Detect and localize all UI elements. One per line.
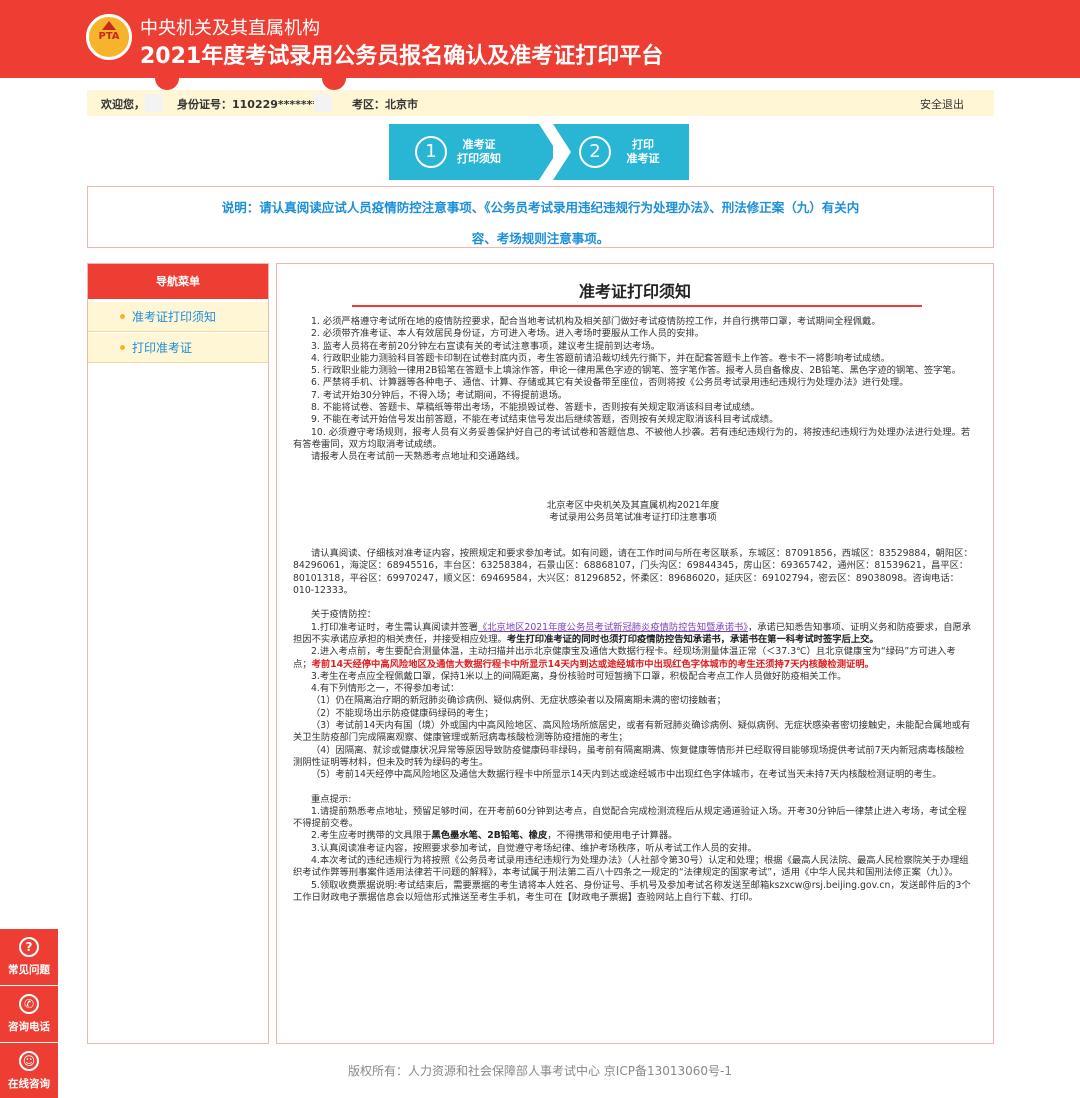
online-chat-button[interactable]: ☺ 在线咨询 [0,1043,58,1098]
header-decoration [322,78,346,90]
rule-item: 4. 行政职业能力测验科目答题卡印制在试卷封底内页，考生答题前请沿裁切线先行撕下… [311,352,890,364]
key-item-5: 5.领取收费票据说明:考试结束后，需要票据的考生请将本人姓名、身份证号、手机号及… [293,879,971,903]
notice-box: 说明：请认真阅读应试人员疫情防控注意事项、《公务员考试录用违纪违规行为处理办法》… [87,186,994,248]
bullet-icon [120,314,125,319]
commitment-link[interactable]: 《北京地区2021年度公务员考试新冠肺炎疫情防控告知暨承诺书》 [478,622,748,633]
nav-item-label: 打印准考证 [132,341,193,355]
header-decoration [155,78,179,90]
header-title-org: 中央机关及其直属机构 [140,18,320,39]
rule-item: 请报考人员在考试前一天熟悉考点地址和交通路线。 [311,451,525,463]
id-number: 身份证号：110229******** [177,98,324,111]
step-1: 1 准考证 打印须知 [389,124,539,180]
rule-item: 2. 必须带齐准考证、本人有效居民身份证，方可进入考场。进入考场时要服从工作人员… [311,328,704,340]
question-icon: ? [19,937,39,957]
epidemic-item-3: 3.考生在考点应全程佩戴口罩，保持1米以上的间隔距离，身份核验时可短暂摘下口罩，… [311,670,847,682]
rule-item: 9. 不能在考试开始信号发出前答题，不能在考试结束信号发出后继续答题，否则按有关… [311,414,779,426]
text: ，不得携带和使用电子计算器。 [547,830,678,842]
main-content: 准考证打印须知 1. 必须严格遵守考试所在地的疫情防控要求，配合当地考试机构及相… [276,263,994,1044]
epidemic-item-4: 4.有下列情形之一，不得参加考试： [311,683,460,695]
nav-header: 导航菜单 [88,264,268,299]
welcome-text: 欢迎您， [101,98,145,111]
progress-steps: 1 准考证 打印须知 2 打印 准考证 [389,124,689,180]
chat-label: 在线咨询 [8,1078,50,1090]
header-bar: PTA 中央机关及其直属机构 2021年度考试录用公务员报名确认及准考证打印平台 [0,0,1080,78]
nav-item-label: 准考证打印须知 [132,310,217,324]
key-item-3: 3.认真阅读准考证内容，按照要求参加考试，自觉遵守考场纪律、维护考场秩序，听从考… [311,842,757,854]
notice-line-2: 容、考场规则注意事项。 [471,231,610,246]
header-title-platform: 2021年度考试录用公务员报名确认及准考证打印平台 [140,44,664,69]
key-item-1: 1.请提前熟悉考点地址，预留足够时间，在开考前60分钟到达考点，自觉配合完成检测… [293,805,967,830]
rule-item: 8. 不能将试卷、答题卡、草稿纸等带出考场，不能损毁试卷、答题卡，否则按有关规定… [311,402,760,414]
step-number: 1 [415,136,447,168]
redacted-name [145,94,163,112]
page-title: 准考证打印须知 [578,282,691,301]
faq-button[interactable]: ? 常见问题 [0,929,58,985]
footer-copyright: 版权所有：人力资源和社会保障部人事考试中心 京ICP备13013060号-1 [347,1064,732,1078]
step-label-line: 打印 [632,138,654,151]
exclusion-item: （3）考试前14天内有国（境）外或国内中高风险地区、高风险场所旅居史，或者有新冠… [293,720,971,744]
text-red: 考前14天经停中高风险地区及通信大数据行程卡中所显示14天内到达或途经城市中出现… [311,658,874,670]
step-label-line: 准考证 [462,138,496,151]
phone-button[interactable]: ✆ 咨询电话 [0,986,58,1042]
text-bold: 考生打印准考证的同时也须打印疫情防控告知承诺书，承诺书在第一科考试时签字后上交。 [506,633,879,645]
step-notch [553,124,571,180]
key-item-4: 4.本次考试的违纪违规行为将按照《公务员考试录用违纪违规行为处理办法》（人社部令… [293,854,969,879]
rule-item: 3. 监考人员将在考前20分钟左右宣读有关的考试注意事项，建议考生提前到达考场。 [311,340,661,352]
logout-link[interactable]: 安全退出 [920,96,964,112]
exclusion-item: （4）因隔离、就诊或健康状况异常等原因导致防疫健康码非绿码，虽考前有隔离期满、恢… [293,744,965,768]
exclusion-item: （1）仍在隔离治疗期的新冠肺炎确诊病例、疑似病例、无症状感染者以及隔离期未满的密… [311,695,726,707]
step-label-line: 打印须知 [457,152,501,165]
key-title: 重点提示: [311,793,352,805]
phone-icon: ✆ [19,994,39,1014]
logo-text: PTA [98,31,120,42]
section-title: 北京考区中央机关及其直属机构2021年度 [546,499,720,511]
content-body: 1. 必须严格遵守考试所在地的疫情防控要求，配合当地考试机构及相关部门做好考试疫… [293,316,973,904]
exclusion-item: （2）不能现场出示防疫健康码绿码的考生； [311,707,494,719]
step-label-line: 准考证 [626,152,660,165]
pta-logo-icon: PTA [86,14,132,60]
exclusion-item: （5）考前14天经停中高风险地区及通信大数据行程卡中所显示14天内到达或途经城市… [311,769,942,781]
rule-item: 6. 严禁将手机、计算器等各种电子、通信、计算、存储或其它有关设备带至座位，否则… [311,377,909,389]
rule-item: 5. 行政职业能力测验一律用2B铅笔在答题卡上填涂作答，申论一律用黑色字迹的钢笔… [311,365,962,377]
notice-line-1: 说明：请认真阅读应试人员疫情防控注意事项、《公务员考试录用违纪违规行为处理办法》… [221,200,860,215]
title-underline [352,305,922,307]
nav-sidebar: 导航菜单 准考证打印须知 打印准考证 [87,263,269,1044]
rule-item: 7. 考试开始30分钟后，不得入场；考试期间，不得提前退场。 [311,389,568,401]
section-title: 考试录用公务员笔试准考证打印注意事项 [549,511,717,523]
chat-icon: ☺ [19,1051,39,1071]
faq-label: 常见问题 [8,964,50,976]
step-number: 2 [579,136,611,168]
step-label: 打印 准考证 [613,138,673,166]
nav-item-print-notice[interactable]: 准考证打印须知 [88,302,268,332]
rule-item: 1. 必须严格遵守考试所在地的疫情防控要求，配合当地考试机构及相关部门做好考试疫… [311,316,881,327]
step-label: 准考证 打印须知 [449,138,509,166]
epidemic-title: 关于疫情防控： [311,609,377,621]
phone-label: 咨询电话 [8,1021,50,1033]
exam-area: 考区：北京市 [352,98,418,111]
nav-item-print-admission[interactable]: 打印准考证 [88,333,268,363]
redacted-id [314,94,332,112]
rule-item: 10. 必须遵守考场规则，报考人员有义务妥善保护好自己的考试试卷和答题信息、不被… [293,426,971,450]
text: 1.打印准考证时，考生需认真阅读并签署 [311,621,478,633]
epidemic-item-1: 1.打印准考证时，考生需认真阅读并签署《北京地区2021年度公务员考试新冠肺炎疫… [293,622,973,647]
text-bold: 黑色墨水笔、2B铅笔、橡皮 [431,830,548,842]
key-item-2: 2.考生应考时携带的文具限于黑色墨水笔、2B铅笔、橡皮，不得携带和使用电子计算器… [293,830,973,842]
epidemic-item-2: 2.进入考点前，考生要配合测量体温，主动扫描并出示北京健康宝及通信大数据行程卡。… [293,646,973,671]
user-info-bar: 欢迎您， 身份证号：110229******** 考区：北京市 安全退出 [87,90,994,116]
text: 2.考生应考时携带的文具限于 [311,830,432,842]
bullet-icon [120,345,125,350]
contact-info: 请认真阅读、仔细核对准考证内容，按照规定和要求参加考试。如有问题，请在工作时间与… [293,548,973,597]
step-2: 2 打印 准考证 [553,124,689,180]
